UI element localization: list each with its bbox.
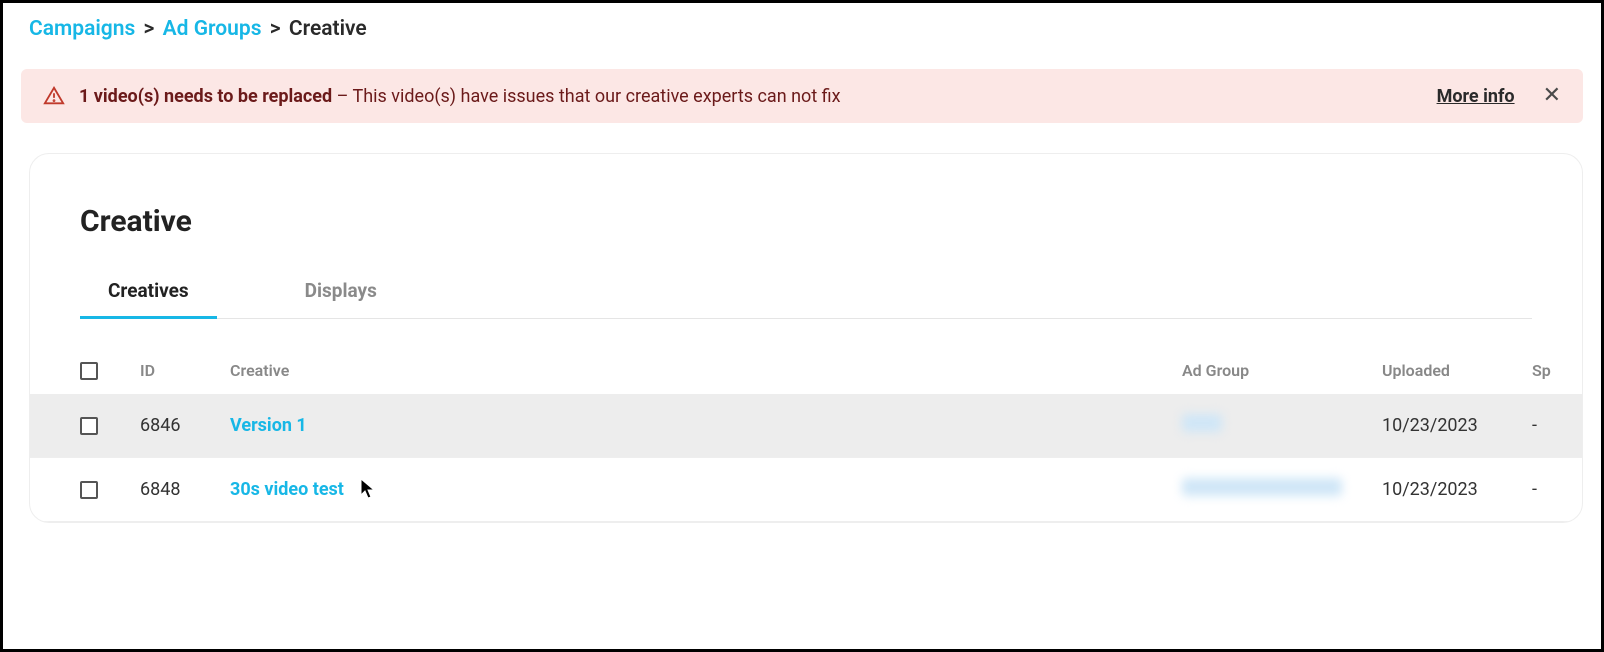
- creative-link[interactable]: Version 1: [230, 415, 307, 436]
- creative-card: Creative Creatives Displays ID Creative …: [29, 153, 1583, 523]
- breadcrumb-current: Creative: [289, 17, 367, 41]
- alert-bold: 1 video(s) needs to be replaced: [79, 86, 332, 107]
- row-uploaded: 10/23/2023: [1382, 479, 1532, 500]
- warning-icon: [43, 85, 65, 107]
- tab-creatives[interactable]: Creatives: [80, 269, 217, 319]
- creatives-table: ID Creative Ad Group Uploaded Sp 6846 Ve…: [30, 349, 1582, 522]
- more-info-link[interactable]: More info: [1437, 86, 1515, 107]
- creative-link[interactable]: 30s video test: [230, 479, 344, 500]
- alert-message: 1 video(s) needs to be replaced – This v…: [79, 86, 1437, 107]
- select-all-checkbox[interactable]: [80, 362, 98, 380]
- tabs: Creatives Displays: [80, 269, 1532, 319]
- page-title: Creative: [30, 204, 1582, 269]
- breadcrumb-adgroups[interactable]: Ad Groups: [163, 17, 262, 41]
- tab-displays[interactable]: Displays: [277, 269, 405, 319]
- row-uploaded: 10/23/2023: [1382, 415, 1532, 436]
- alert-banner: 1 video(s) needs to be replaced – This v…: [21, 69, 1583, 123]
- breadcrumb-campaigns[interactable]: Campaigns: [29, 17, 135, 41]
- col-id: ID: [140, 361, 230, 380]
- table-header: ID Creative Ad Group Uploaded Sp: [30, 349, 1582, 394]
- alert-rest: – This video(s) have issues that our cre…: [332, 86, 840, 107]
- adgroup-blurred: [1182, 414, 1222, 432]
- table-row[interactable]: 6848 30s video test 10/23/2023 -: [30, 458, 1582, 522]
- row-sp: -: [1532, 479, 1582, 500]
- col-creative: Creative: [230, 361, 1182, 380]
- table-row[interactable]: 6846 Version 1 10/23/2023 -: [30, 394, 1582, 458]
- row-checkbox[interactable]: [80, 417, 98, 435]
- row-id: 6846: [140, 415, 230, 436]
- breadcrumb-sep: >: [144, 17, 155, 41]
- row-sp: -: [1532, 415, 1582, 436]
- col-adgroup: Ad Group: [1182, 361, 1382, 380]
- breadcrumb-sep: >: [270, 17, 281, 41]
- close-icon[interactable]: ✕: [1543, 85, 1561, 107]
- row-id: 6848: [140, 479, 230, 500]
- row-checkbox[interactable]: [80, 481, 98, 499]
- col-sp: Sp: [1532, 361, 1582, 380]
- breadcrumb: Campaigns > Ad Groups > Creative: [3, 3, 1601, 51]
- adgroup-blurred: [1182, 478, 1342, 496]
- col-uploaded: Uploaded: [1382, 361, 1532, 380]
